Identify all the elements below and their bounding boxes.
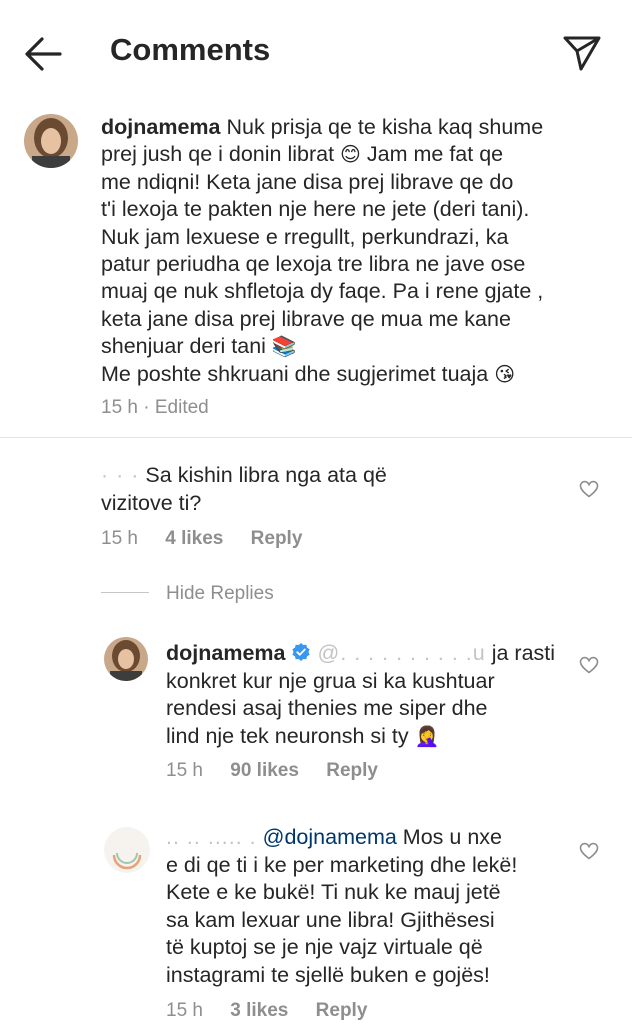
- comment-line: vizitove ti?: [101, 490, 202, 515]
- books-emoji-icon: 📚: [271, 334, 297, 359]
- reply-line: konkret kur nje grua si ka kushtuar: [166, 668, 495, 693]
- verified-badge-icon: [292, 643, 311, 661]
- comment-text: · · · Sa kishin libra nga ata që vizitov…: [101, 462, 561, 517]
- smile-emoji-icon: 😊: [340, 142, 361, 167]
- caption-line: Jam me fat qe: [366, 142, 504, 167]
- facepalm-emoji-icon: 🤦‍♀️: [414, 723, 440, 748]
- likes-count[interactable]: 3 likes: [230, 1000, 288, 1021]
- avatar[interactable]: [24, 114, 78, 168]
- caption-line: keta jane disa prej librave qe mua me ka…: [101, 306, 511, 331]
- caption-line: me ndiqni! Keta jane disa prej librave q…: [101, 169, 514, 194]
- redacted-mention: @. . . . . . . . . .u: [317, 641, 486, 665]
- reply-line: lind nje tek neuronsh si ty: [166, 723, 409, 748]
- heart-icon[interactable]: [579, 842, 599, 860]
- page-title: Comments: [110, 32, 271, 67]
- reply-button[interactable]: Reply: [316, 1000, 368, 1021]
- caption-line: muaj qe nuk shfletoja dy faqe. Pa i rene…: [101, 279, 544, 304]
- caption-line: Me poshte shkruani dhe sugjerimet tuaja: [101, 361, 489, 386]
- caption-line: t'i lexoja te pakten nje here ne jete (d…: [101, 197, 530, 222]
- arrow-left-icon[interactable]: [22, 34, 64, 74]
- hide-replies-button[interactable]: Hide Replies: [166, 583, 274, 605]
- caption-line: Nuk prisja qe te kisha kaq shume: [226, 115, 544, 139]
- avatar[interactable]: [104, 827, 150, 873]
- reply-text: dojnamema @. . . . . . . . . .u ja rasti…: [166, 640, 566, 750]
- caption-line: Nuk jam lexuese e rregullt, perkundrazi,…: [101, 224, 509, 249]
- comment-meta: 15 h 4 likes Reply: [101, 528, 302, 550]
- hide-replies-line: [101, 592, 149, 593]
- header-bar: Comments: [0, 0, 632, 100]
- reply-button[interactable]: Reply: [326, 760, 378, 781]
- reply-line: e di qe ti i ke per marketing dhe lekë!: [166, 852, 518, 877]
- reply-line: instagrami te sjellë buken e gojës!: [166, 962, 490, 987]
- reply-line: Mos u nxe: [402, 825, 502, 849]
- caption-line: shenjuar deri tani: [101, 334, 266, 359]
- caption-username[interactable]: dojnamema: [101, 115, 220, 139]
- heart-icon[interactable]: [579, 480, 599, 498]
- caption-time: 15 h: [101, 397, 138, 418]
- caption-text: dojnamema Nuk prisja qe te kisha kaq shu…: [101, 114, 601, 388]
- mention-link[interactable]: @dojnamema: [263, 825, 397, 849]
- edited-label: · Edited: [143, 397, 209, 418]
- reply-meta: 15 h 3 likes Reply: [166, 1000, 367, 1022]
- reply-time: 15 h: [166, 760, 203, 781]
- reply-line: ja rasti: [491, 641, 556, 665]
- paper-plane-icon[interactable]: [562, 34, 602, 72]
- avatar[interactable]: [104, 637, 148, 681]
- redacted-username: · · ·: [101, 463, 140, 487]
- reply-time: 15 h: [166, 1000, 203, 1021]
- reply-line: rendesi asaj thenies me siper dhe: [166, 696, 488, 721]
- kiss-emoji-icon: 😘: [494, 361, 516, 386]
- caption-line: patur periudha qe lexoja tre libra ne ja…: [101, 252, 526, 277]
- reply-username[interactable]: dojnamema: [166, 641, 285, 665]
- comment-line: Sa kishin libra nga ata që: [145, 463, 387, 487]
- reply-line: të kuptoj se je nje vajz virtuale që: [166, 935, 483, 960]
- heart-icon[interactable]: [579, 656, 599, 674]
- caption-line: prej jush qe i donin librat: [101, 142, 335, 167]
- likes-count[interactable]: 90 likes: [230, 760, 299, 781]
- caption-meta: 15 h · Edited: [101, 397, 209, 419]
- likes-count[interactable]: 4 likes: [165, 528, 223, 549]
- comment-time: 15 h: [101, 528, 138, 549]
- reply-meta: 15 h 90 likes Reply: [166, 760, 378, 782]
- reply-line: sa kam lexuar une libra! Gjithësesi: [166, 907, 495, 932]
- divider: [0, 437, 632, 438]
- reply-button[interactable]: Reply: [251, 528, 303, 549]
- redacted-username: .. .. ..... .: [166, 825, 257, 849]
- reply-line: Kete e ke bukë! Ti nuk ke mauj jetë: [166, 880, 501, 905]
- reply-text: .. .. ..... . @dojnamema Mos u nxe e di …: [166, 824, 576, 990]
